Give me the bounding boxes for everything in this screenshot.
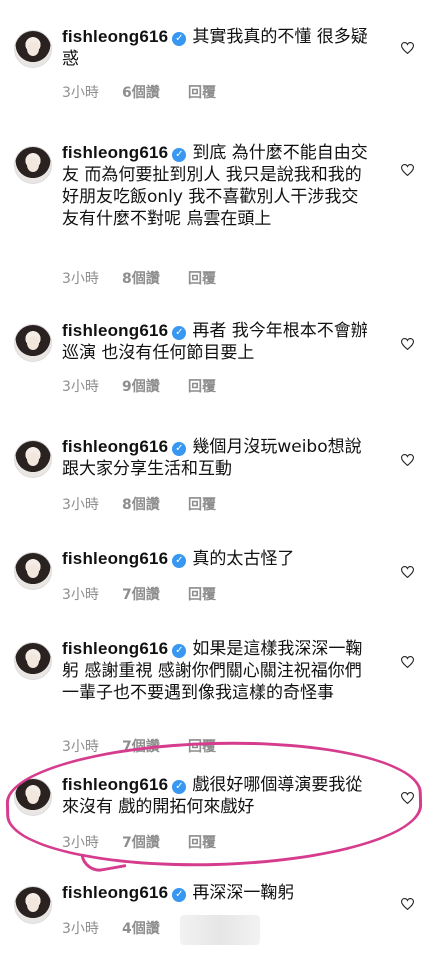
comment-meta: 3小時 6個讚 回覆: [62, 82, 248, 102]
verified-badge-icon: ✓: [172, 32, 187, 46]
heart-outline-icon[interactable]: [401, 566, 414, 578]
verified-badge-icon: ✓: [172, 326, 187, 340]
username[interactable]: fishleong616: [62, 549, 168, 568]
heart-outline-icon[interactable]: [401, 164, 414, 176]
username[interactable]: fishleong616: [62, 27, 168, 46]
heart-outline-icon[interactable]: [401, 792, 414, 804]
comment-time: 3小時: [62, 271, 99, 287]
comment-text-block: fishleong616 ✓ 幾個月沒玩weibo想說跟大家分享生活和互動: [62, 436, 372, 480]
highlight-circle-tail: [80, 848, 127, 875]
reply-button[interactable]: 回覆: [188, 494, 248, 514]
username[interactable]: fishleong616: [62, 437, 168, 456]
blurred-watermark: [180, 915, 260, 945]
username[interactable]: fishleong616: [62, 883, 168, 902]
heart-outline-icon[interactable]: [401, 42, 414, 54]
comment-likes[interactable]: 6個讚: [122, 82, 188, 102]
avatar[interactable]: [14, 886, 52, 924]
verified-badge-icon: ✓: [172, 554, 187, 568]
avatar[interactable]: [14, 146, 52, 184]
username[interactable]: fishleong616: [62, 321, 168, 340]
comment-text-block: fishleong616 ✓ 再者 我今年根本不會辦巡演 也沒有任何節目要上: [62, 320, 372, 364]
comment-text-block: fishleong616 ✓ 其實我真的不懂 很多疑惑: [62, 26, 372, 70]
comment-meta: 3小時 7個讚 回覆: [62, 832, 248, 852]
comment-text-block: fishleong616 ✓ 戲很好哪個導演要我從來沒有 戲的開拓何來戲好: [62, 774, 372, 818]
reply-button[interactable]: 回覆: [188, 268, 248, 288]
avatar[interactable]: [14, 440, 52, 478]
comment-meta: 3小時 7個讚 回覆: [62, 736, 248, 756]
comment-time: 3小時: [62, 379, 99, 395]
comment-time: 3小時: [62, 587, 99, 603]
comment-likes[interactable]: 9個讚: [122, 376, 188, 396]
reply-button[interactable]: 回覆: [188, 736, 248, 756]
comment-body: 再深深一鞠躬: [192, 883, 295, 903]
username[interactable]: fishleong616: [62, 639, 168, 658]
comment-text-block: fishleong616 ✓ 再深深一鞠躬: [62, 882, 372, 904]
comment-likes[interactable]: 7個讚: [122, 736, 188, 756]
comment-likes[interactable]: 4個讚: [122, 918, 188, 938]
comment-text-block: fishleong616 ✓ 到底 為什麼不能自由交友 而為何要扯到別人 我只是說我…: [62, 142, 372, 230]
reply-button[interactable]: 回覆: [188, 584, 248, 604]
avatar[interactable]: [14, 642, 52, 680]
avatar[interactable]: [14, 324, 52, 362]
comment-meta: 3小時 8個讚 回覆: [62, 268, 248, 288]
verified-badge-icon: ✓: [172, 148, 187, 162]
comment-likes[interactable]: 7個讚: [122, 832, 188, 852]
verified-badge-icon: ✓: [172, 442, 187, 456]
username[interactable]: fishleong616: [62, 143, 168, 162]
comment-body: 真的太古怪了: [192, 549, 295, 569]
comment-meta: 3小時 8個讚 回覆: [62, 494, 248, 514]
comment-time: 3小時: [62, 739, 99, 755]
comment-meta: 3小時 9個讚 回覆: [62, 376, 248, 396]
comment-time: 3小時: [62, 497, 99, 513]
heart-outline-icon[interactable]: [401, 898, 414, 910]
verified-badge-icon: ✓: [172, 780, 187, 794]
comment-text-block: fishleong616 ✓ 如果是這樣我深深一鞠躬 感謝重視 感謝你們關心關注祝福…: [62, 638, 372, 704]
comment-likes[interactable]: 8個讚: [122, 494, 188, 514]
comment-time: 3小時: [62, 85, 99, 101]
comment-text-block: fishleong616 ✓ 真的太古怪了: [62, 548, 372, 570]
reply-button[interactable]: 回覆: [188, 82, 248, 102]
heart-outline-icon[interactable]: [401, 454, 414, 466]
comment-likes[interactable]: 8個讚: [122, 268, 188, 288]
comment-meta: 3小時 7個讚 回覆: [62, 584, 248, 604]
avatar[interactable]: [14, 30, 52, 68]
username[interactable]: fishleong616: [62, 775, 168, 794]
avatar[interactable]: [14, 552, 52, 590]
reply-button[interactable]: 回覆: [188, 376, 248, 396]
verified-badge-icon: ✓: [172, 888, 187, 902]
comment-likes[interactable]: 7個讚: [122, 584, 188, 604]
verified-badge-icon: ✓: [172, 644, 187, 658]
avatar[interactable]: [14, 778, 52, 816]
heart-outline-icon[interactable]: [401, 656, 414, 668]
reply-button[interactable]: 回覆: [188, 832, 248, 852]
heart-outline-icon[interactable]: [401, 338, 414, 350]
comment-time: 3小時: [62, 835, 99, 851]
comment-time: 3小時: [62, 921, 99, 937]
